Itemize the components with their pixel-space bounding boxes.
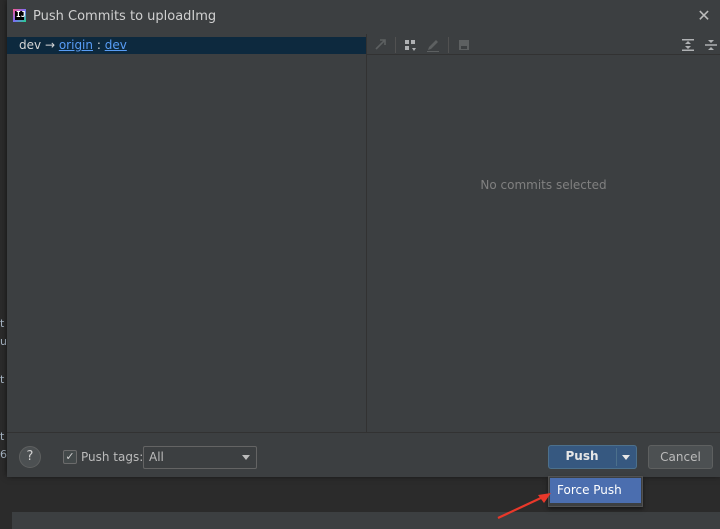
dialog-footer: ? ✓ Push tags: All Push Cancel	[7, 432, 720, 477]
arrow-right-icon: →	[44, 38, 55, 52]
branch-separator: :	[96, 38, 101, 52]
cherry-pick-icon[interactable]	[373, 37, 389, 53]
dialog-titlebar: IJ Push Commits to uploadImg ✕	[7, 0, 720, 34]
cancel-button[interactable]: Cancel	[648, 445, 713, 469]
intellij-logo-icon: IJ	[13, 9, 26, 22]
remote-link[interactable]: origin	[59, 38, 93, 52]
remote-branch-link[interactable]: dev	[105, 38, 127, 52]
force-push-menu-item[interactable]: Force Push	[550, 478, 641, 503]
group-by-icon[interactable]	[403, 37, 419, 53]
tags-select[interactable]: All	[143, 446, 257, 469]
force-push-label: Force Push	[557, 483, 622, 497]
details-toolbar	[367, 34, 720, 55]
toolbar-separator	[395, 37, 396, 53]
commit-details-pane: No commits selected	[367, 34, 720, 432]
branch-row[interactable]: dev → origin : dev	[7, 37, 366, 54]
save-icon[interactable]	[456, 37, 472, 53]
edit-icon[interactable]	[425, 37, 441, 53]
chevron-down-icon	[242, 455, 250, 460]
close-icon[interactable]: ✕	[694, 6, 714, 26]
help-button[interactable]: ?	[19, 446, 41, 468]
push-button[interactable]: Push	[548, 445, 637, 469]
collapse-all-icon[interactable]	[703, 37, 719, 53]
annotation-arrow-icon	[497, 493, 551, 519]
push-tags-label: Push tags:	[81, 450, 144, 464]
ide-background-text: t	[0, 431, 5, 443]
ide-background-text: t	[0, 374, 5, 386]
tags-select-value: All	[149, 450, 164, 464]
push-tags-checkbox[interactable]: ✓	[63, 450, 77, 464]
push-dialog: IJ Push Commits to uploadImg ✕ dev → ori…	[7, 0, 720, 477]
toolbar-separator	[448, 37, 449, 53]
local-branch: dev	[19, 38, 42, 52]
ide-status-bar	[12, 512, 720, 529]
push-options-popup: Force Push	[548, 476, 643, 507]
ide-background-text: 6	[0, 449, 7, 461]
push-dropdown-arrow-icon[interactable]	[617, 446, 636, 468]
dialog-title: Push Commits to uploadImg	[33, 9, 217, 24]
ide-background-text: t	[0, 318, 5, 330]
push-button-label: Push	[565, 449, 599, 463]
ide-background-text: u	[0, 336, 7, 348]
no-commits-message: No commits selected	[480, 178, 607, 192]
branches-tree: dev → origin : dev	[7, 37, 366, 432]
expand-all-icon[interactable]	[680, 37, 696, 53]
